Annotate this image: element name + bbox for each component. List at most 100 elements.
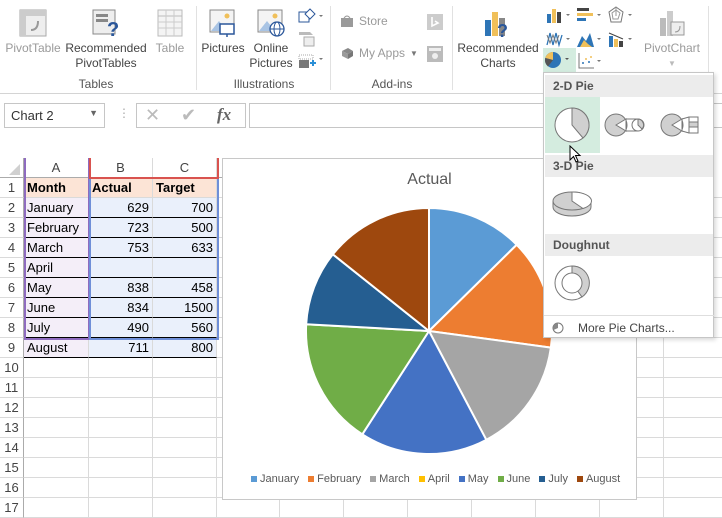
- target-cell[interactable]: 1500: [153, 298, 217, 318]
- column-header-a[interactable]: A: [24, 158, 89, 178]
- actual-cell[interactable]: [89, 258, 153, 278]
- cell[interactable]: [89, 358, 153, 378]
- bar-chart-button[interactable]: [576, 6, 604, 29]
- actual-cell[interactable]: 629: [89, 198, 153, 218]
- row-header-17[interactable]: 17: [0, 498, 24, 518]
- legend-item-august[interactable]: August: [576, 473, 620, 485]
- pivottable-button[interactable]: PivotTable: [4, 8, 62, 56]
- cancel-icon[interactable]: ✕: [145, 105, 160, 126]
- month-cell[interactable]: June: [24, 298, 89, 318]
- column-chart-button[interactable]: [546, 6, 574, 29]
- cell[interactable]: [89, 398, 153, 418]
- month-cell[interactable]: February: [24, 218, 89, 238]
- pictures-button[interactable]: Pictures: [200, 8, 246, 56]
- screenshot-button[interactable]: [298, 54, 324, 75]
- row-header-1[interactable]: 1: [0, 178, 24, 198]
- cell[interactable]: [24, 498, 89, 518]
- cell[interactable]: [280, 498, 344, 518]
- target-cell[interactable]: 560: [153, 318, 217, 338]
- actual-cell[interactable]: 753: [89, 238, 153, 258]
- row-header-14[interactable]: 14: [0, 438, 24, 458]
- month-cell[interactable]: May: [24, 278, 89, 298]
- name-box[interactable]: Chart 2 ▼: [4, 103, 105, 128]
- chevron-down-icon[interactable]: ▼: [89, 108, 98, 118]
- row-header-3[interactable]: 3: [0, 218, 24, 238]
- cell[interactable]: [664, 398, 722, 418]
- cell[interactable]: [153, 458, 217, 478]
- target-cell[interactable]: 458: [153, 278, 217, 298]
- cell[interactable]: [344, 498, 408, 518]
- row-header-10[interactable]: 10: [0, 358, 24, 378]
- chart-legend[interactable]: January February March April May June July Augu…: [251, 473, 620, 485]
- row-header-11[interactable]: 11: [0, 378, 24, 398]
- actual-cell[interactable]: 723: [89, 218, 153, 238]
- cell[interactable]: [24, 378, 89, 398]
- row-header-13[interactable]: 13: [0, 418, 24, 438]
- my-apps-button[interactable]: My Apps ▼: [340, 46, 418, 60]
- cell[interactable]: [89, 418, 153, 438]
- row-header-9[interactable]: 9: [0, 338, 24, 358]
- actual-cell[interactable]: 711: [89, 338, 153, 358]
- shapes-button[interactable]: [298, 8, 324, 29]
- cell[interactable]: [153, 378, 217, 398]
- cell[interactable]: [24, 358, 89, 378]
- month-cell[interactable]: April: [24, 258, 89, 278]
- cell[interactable]: [89, 478, 153, 498]
- target-cell[interactable]: [153, 258, 217, 278]
- row-header-5[interactable]: 5: [0, 258, 24, 278]
- recommended-charts-button[interactable]: ? Recommended Charts: [456, 8, 540, 71]
- cell[interactable]: [664, 498, 722, 518]
- header-cell[interactable]: Month: [24, 178, 89, 198]
- doughnut-option[interactable]: [545, 258, 600, 312]
- table-button[interactable]: Table: [152, 8, 188, 56]
- bing-button[interactable]: [427, 14, 443, 35]
- actual-cell[interactable]: 834: [89, 298, 153, 318]
- cell[interactable]: [89, 438, 153, 458]
- pie-of-pie-option[interactable]: [602, 97, 657, 153]
- row-header-16[interactable]: 16: [0, 478, 24, 498]
- legend-item-june[interactable]: June: [497, 473, 530, 485]
- row-header-8[interactable]: 8: [0, 318, 24, 338]
- cell[interactable]: [153, 478, 217, 498]
- cell[interactable]: [536, 498, 600, 518]
- row-header-4[interactable]: 4: [0, 238, 24, 258]
- online-pictures-button[interactable]: Online Pictures: [248, 8, 294, 71]
- cell[interactable]: [664, 358, 722, 378]
- legend-item-march[interactable]: March: [370, 473, 410, 485]
- target-cell[interactable]: 700: [153, 198, 217, 218]
- legend-item-february[interactable]: February: [308, 473, 361, 485]
- cell[interactable]: [89, 458, 153, 478]
- smartart-button[interactable]: [298, 30, 316, 53]
- month-cell[interactable]: January: [24, 198, 89, 218]
- store-button[interactable]: Store: [340, 14, 388, 28]
- cell[interactable]: [24, 418, 89, 438]
- cell[interactable]: [664, 478, 722, 498]
- actual-cell[interactable]: 838: [89, 278, 153, 298]
- pivotchart-button[interactable]: PivotChart ▼: [640, 8, 704, 71]
- cell[interactable]: [664, 378, 722, 398]
- target-cell[interactable]: 800: [153, 338, 217, 358]
- cell[interactable]: [89, 498, 153, 518]
- cell[interactable]: [153, 418, 217, 438]
- month-cell[interactable]: July: [24, 318, 89, 338]
- bar-of-pie-option[interactable]: [658, 97, 713, 153]
- combo-chart-button[interactable]: [608, 30, 636, 53]
- select-all-button[interactable]: [0, 158, 24, 178]
- actual-cell[interactable]: 490: [89, 318, 153, 338]
- month-cell[interactable]: August: [24, 338, 89, 358]
- more-pie-charts-link[interactable]: More Pie Charts...: [544, 315, 714, 339]
- cell[interactable]: [153, 438, 217, 458]
- row-header-6[interactable]: 6: [0, 278, 24, 298]
- cell[interactable]: [664, 338, 722, 358]
- row-header-7[interactable]: 7: [0, 298, 24, 318]
- people-graph-button[interactable]: [427, 46, 443, 67]
- cell[interactable]: [664, 418, 722, 438]
- cell[interactable]: [89, 378, 153, 398]
- area-chart-button[interactable]: [576, 30, 604, 53]
- row-header-2[interactable]: 2: [0, 198, 24, 218]
- cell[interactable]: [153, 398, 217, 418]
- pie-3d-option[interactable]: [545, 179, 600, 231]
- cell[interactable]: [24, 398, 89, 418]
- cell[interactable]: [24, 438, 89, 458]
- enter-icon[interactable]: ✔: [181, 105, 196, 126]
